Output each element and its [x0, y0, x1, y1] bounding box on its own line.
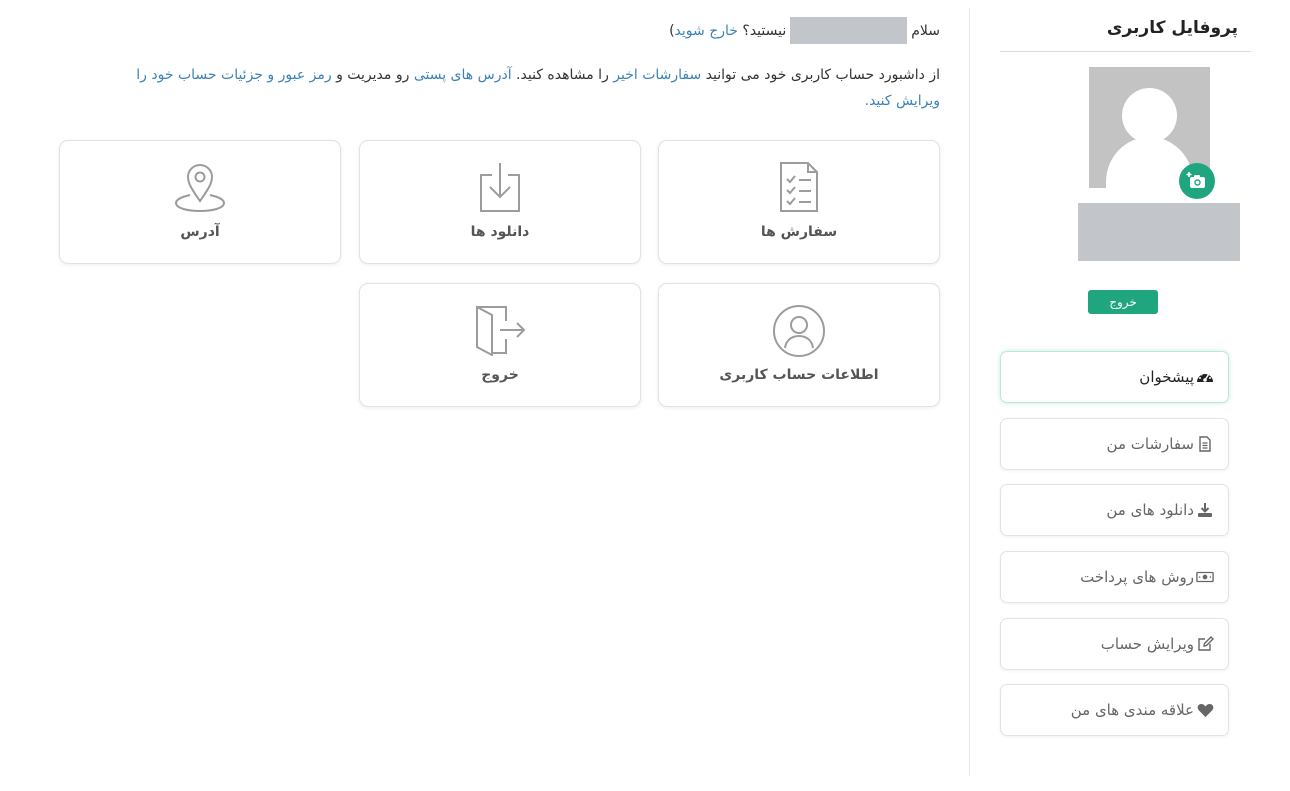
- card-logout[interactable]: خروج: [359, 283, 641, 407]
- sidebar-title: پروفایل کاربری: [1106, 18, 1238, 38]
- intro-text-2: را مشاهده کنید.: [511, 67, 614, 83]
- user-circle-icon: [659, 304, 939, 358]
- card-label: آدرس: [180, 224, 220, 240]
- exit-door-icon: [360, 304, 640, 358]
- profile-sidebar: پروفایل کاربری خروج پیشخوان سفارشات من د…: [969, 8, 1259, 776]
- sidebar-item-label: روش های پرداخت: [1080, 568, 1194, 586]
- sidebar-item-wishlist[interactable]: علاقه مندی های من: [1000, 684, 1229, 736]
- location-pin-icon: [60, 161, 340, 215]
- sidebar-item-label: دانلود های من: [1106, 501, 1194, 519]
- card-account-info[interactable]: اطلاعات حساب کاربری: [658, 283, 940, 407]
- camera-plus-icon: [1186, 172, 1205, 188]
- username-redacted: [1078, 203, 1240, 261]
- sidebar-title-divider: [1000, 51, 1251, 52]
- avatar-head: [1122, 88, 1177, 143]
- card-label: اطلاعات حساب کاربری: [719, 367, 879, 383]
- sidebar-item-my-orders[interactable]: سفارشات من: [1000, 418, 1229, 470]
- card-downloads[interactable]: دانلود ها: [359, 140, 641, 264]
- change-photo-button[interactable]: [1179, 163, 1215, 199]
- recent-orders-link[interactable]: سفارشات اخیر: [613, 67, 701, 83]
- intro-text-1: از داشبورد حساب کاربری خود می توانید: [701, 67, 940, 83]
- greeting-not-you: نیستید؟: [742, 22, 787, 39]
- greeting-logout-link[interactable]: خارج شوید: [675, 23, 738, 39]
- edit-icon: [1196, 635, 1214, 653]
- sidebar-item-label: علاقه مندی های من: [1070, 701, 1194, 719]
- sidebar-item-label: ویرایش حساب: [1100, 635, 1194, 653]
- document-icon: [1196, 435, 1214, 453]
- card-label: خروج: [481, 367, 519, 383]
- addresses-link[interactable]: آدرس های پستی: [414, 67, 512, 83]
- dashboard-intro: از داشبورد حساب کاربری خود می توانید سفا…: [100, 62, 940, 114]
- sidebar-item-edit-account[interactable]: ویرایش حساب: [1000, 618, 1229, 670]
- checklist-icon: [659, 161, 939, 215]
- sidebar-logout-button[interactable]: خروج: [1088, 290, 1158, 314]
- download-icon: [1196, 501, 1214, 519]
- sidebar-item-label: سفارشات من: [1106, 435, 1194, 453]
- username-redacted-inline: [790, 17, 908, 44]
- heart-icon: [1196, 701, 1214, 719]
- greeting-line: سلام نیستید؟ خارج شوید ): [669, 17, 940, 44]
- sidebar-item-my-downloads[interactable]: دانلود های من: [1000, 484, 1229, 536]
- intro-text-3: رو مدیریت و: [331, 67, 414, 83]
- card-address[interactable]: آدرس: [59, 140, 341, 264]
- greeting-hello: سلام: [911, 22, 940, 39]
- card-label: سفارش ها: [760, 224, 838, 240]
- greeting-close-paren: ): [669, 22, 675, 39]
- card-orders[interactable]: سفارش ها: [658, 140, 940, 264]
- sidebar-item-label: پیشخوان: [1139, 368, 1194, 386]
- card-label: دانلود ها: [470, 224, 530, 240]
- download-box-icon: [360, 161, 640, 215]
- dashboard-icon: [1196, 368, 1214, 386]
- money-icon: [1196, 568, 1214, 586]
- sidebar-item-dashboard[interactable]: پیشخوان: [1000, 351, 1229, 403]
- sidebar-item-payment-methods[interactable]: روش های پرداخت: [1000, 551, 1229, 603]
